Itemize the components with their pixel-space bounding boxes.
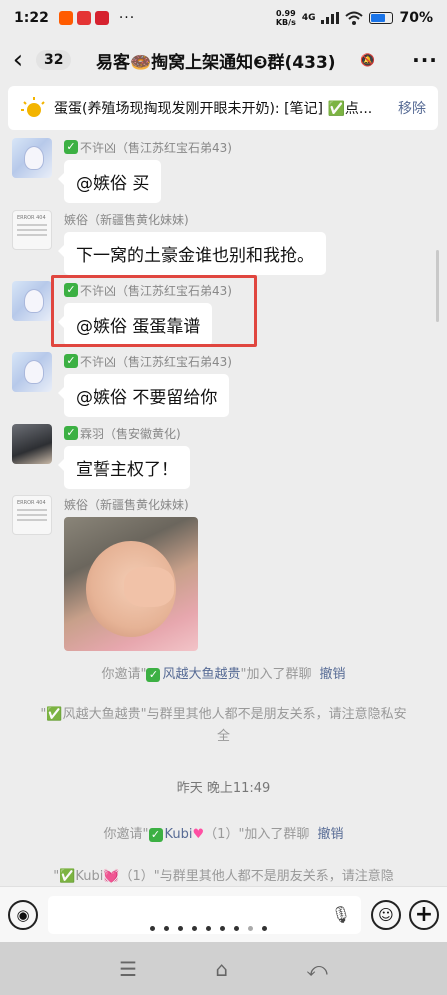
network-speed: 0.99 KB/s [276,9,296,27]
back-icon[interactable]: ⤺ [306,957,327,981]
check-icon: ✓ [146,668,161,682]
message-item: ✓ 不许凶（售江苏红宝石弟43) @嫉俗 买 [12,138,232,203]
avatar[interactable]: ERROR 404 [12,495,52,535]
message-item: ✓ 不许凶（售江苏红宝石弟43) @嫉俗 不要留给你 [12,352,232,417]
taobao-notification-icon [58,11,73,25]
signal-icon [321,12,340,24]
sender-name-text: 霖羽（售安徽黄化) [80,426,181,441]
net-type: 4G [301,13,316,23]
plus-icon[interactable]: + [409,899,439,930]
pinned-message-bar[interactable]: 蛋蛋(养殖场现掏现发刚开眼未开奶): [笔记] ✅点... 移除 [8,86,438,130]
check-icon: ✓ [64,426,78,440]
pinduoduo-notification-icon [94,11,109,25]
voice-icon[interactable]: ◉ [8,899,38,930]
message-item: ✓ 霖羽（售安徽黄化) 宣誓主权了！ [12,424,190,489]
check-icon: ✓ [64,140,78,154]
battery-percent: 70% [399,10,433,26]
invite-prefix: 你邀请" [103,827,149,842]
sender-name: 嫉俗（新疆售黄化妹妹) [64,212,189,227]
avatar[interactable] [12,281,52,321]
chat-header: ‹ 32 易客🍩掏窝上架通知❸群(433) 🔕 ··· [0,36,447,84]
avatar[interactable] [12,424,52,464]
pinned-remove-button[interactable]: 移除 [398,98,426,118]
net-speed-unit: KB/s [275,18,296,27]
message-bubble[interactable]: @嫉俗 不要留给你 [57,374,230,417]
emoji-icon[interactable]: ☺ [371,899,401,930]
avatar[interactable]: ERROR 404 [12,210,52,250]
revoke-button[interactable]: 撤销 [319,667,345,682]
home-icon[interactable]: ⌂ [215,957,228,981]
menu-icon[interactable]: ☰ [119,957,137,981]
chat-title: 易客🍩掏窝上架通知❸群(433) [95,52,336,73]
revoke-button[interactable]: 撤销 [317,827,343,842]
system-invite-notice: 你邀请" ✓ 风越大鱼越贵"加入了群聊 撤销 [0,664,447,686]
heart-icon: ♥ [192,827,205,842]
message-bubble[interactable]: @嫉俗 买 [57,160,162,203]
message-item: ERROR 404 嫉俗（新疆售黄化妹妹) [12,495,198,651]
highlight-box [51,275,257,347]
invite-suffix: （1）"加入了群聊 [204,827,310,842]
page-indicator-dots [150,926,267,931]
bell-off-icon: 🔕 [360,53,375,67]
system-invite-notice: 你邀请" ✓ Kubi♥（1）"加入了群聊 撤销 [0,824,447,846]
invited-name[interactable]: Kubi [165,827,193,842]
input-bar: ◉ 🎙 ☺ + [0,886,447,942]
net-speed-value: 0.99 [275,9,296,18]
status-time: 1:22 [14,10,49,26]
system-privacy-notice: "✅Kubi💓（1）"与群里其他人都不是朋友关系，请注意隐 [53,869,394,884]
check-icon: ✓ [148,828,163,842]
app-notification-icon [76,11,91,25]
invite-suffix: "加入了群聊 [240,667,312,682]
chat-messages[interactable]: ✓ 不许凶（售江苏红宝石弟43) @嫉俗 买 ERROR 404 嫉俗（新疆售黄化… [0,134,447,886]
chevron-left-icon[interactable]: ‹ [0,45,36,75]
mic-icon[interactable]: 🎙 [331,905,351,924]
more-notifications-indicator: ··· [118,10,136,26]
baby-photo[interactable] [64,517,198,651]
avatar[interactable] [12,352,52,392]
sender-name-text: 不许凶（售江苏红宝石弟43) [80,354,232,369]
sender-name: ✓ 不许凶（售江苏红宝石弟43) [64,138,232,156]
invite-prefix: 你邀请" [101,667,147,682]
wifi-icon [345,11,364,25]
sender-name: ✓ 霖羽（售安徽黄化) [64,424,190,442]
pinned-message-text: 蛋蛋(养殖场现掏现发刚开眼未开奶): [笔记] ✅点... [54,101,373,117]
system-nav-bar: ☰ ⌂ ⤺ [0,942,447,995]
message-bubble[interactable]: 下一窝的土豪金谁也别和我抢。 [58,232,326,275]
check-icon: ✓ [64,354,78,368]
invited-name[interactable]: 风越大鱼越贵 [162,667,240,682]
battery-icon [369,12,394,24]
message-item: ERROR 404 嫉俗（新疆售黄化妹妹) 下一窝的土豪金谁也别和我抢。 [12,210,326,275]
system-privacy-notice: "✅风越大鱼越贵"与群里其他人都不是朋友关系，请注意隐私安全 [40,707,407,744]
more-icon[interactable]: ··· [403,48,447,72]
message-bubble[interactable]: 宣誓主权了！ [58,446,190,489]
avatar-doc-text: ERROR 404 [17,500,46,506]
status-bar: 1:22 ··· 0.99 KB/s 4G 70% [0,0,447,36]
unread-count-badge[interactable]: 32 [36,50,72,70]
scrollbar[interactable] [436,250,439,322]
avatar[interactable] [12,138,52,178]
sun-icon [21,97,45,117]
sender-name-text: 不许凶（售江苏红宝石弟43) [80,140,232,155]
sender-name: ✓ 不许凶（售江苏红宝石弟43) [64,352,232,370]
avatar-doc-text: ERROR 404 [17,215,46,221]
chat-timestamp: 昨天 晚上11:49 [176,781,271,796]
sender-name: 嫉俗（新疆售黄化妹妹) [64,497,189,512]
